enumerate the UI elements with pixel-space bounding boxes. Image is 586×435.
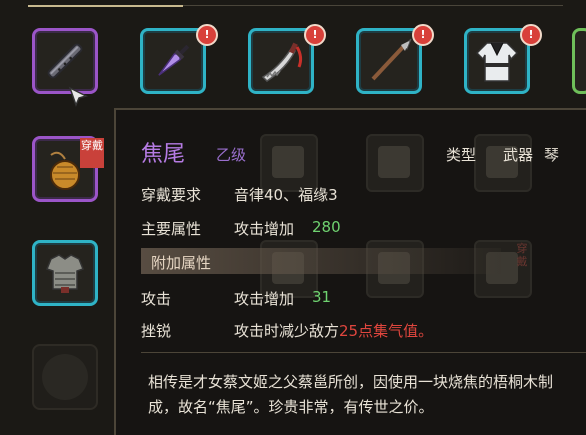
extra-attribute-header: 附加属性: [141, 248, 501, 274]
item-grade: 乙级: [216, 146, 247, 164]
top-divider-dim: [183, 5, 563, 6]
extra-attr-label: 攻击: [141, 290, 172, 308]
equipped-badge: 穿戴: [80, 138, 104, 168]
extra-attr-row: 攻击时减少敌方25点集气值。: [234, 320, 433, 341]
item-tooltip: 穿戴 焦尾 乙级 类型 武器 琴 穿戴要求 音律40、福缘3 主要属性 攻击增加…: [114, 108, 586, 435]
extra-attr-text: 攻击时减少敌方: [234, 322, 340, 340]
item-type-label: 类型: [446, 146, 477, 164]
extra-attribute-header-text: 附加属性: [151, 254, 212, 272]
extra-attr-label: 挫锐: [141, 322, 172, 340]
extra-attr-value: 31: [312, 288, 332, 306]
mouse-cursor-icon: [68, 86, 89, 108]
main-attribute-value: 280: [312, 218, 341, 236]
extra-attr-text: 攻击增加: [234, 290, 295, 308]
requirement-label: 穿戴要求: [141, 186, 202, 204]
extra-attr-value: 25点集气值: [339, 322, 419, 340]
requirement-value: 音律40、福缘3: [234, 186, 338, 204]
empty-slot-circle: [42, 354, 88, 400]
background-equipped-badge: 穿戴: [516, 242, 528, 268]
flute-icon: [47, 43, 83, 79]
top-divider: [28, 5, 183, 7]
empty-slot[interactable]: [32, 344, 98, 410]
new-item-alert-icon: !: [520, 24, 542, 46]
new-item-alert-icon: !: [304, 24, 326, 46]
extra-attr-suffix: 。: [418, 322, 434, 340]
item-subtype: 琴: [544, 146, 560, 164]
robe-icon: [475, 42, 519, 82]
saber-icon: [261, 42, 303, 82]
item-description: 相传是才女蔡文姬之父蔡邕所创，因使用一块烧焦的梧桐木制成，故名“焦尾”。珍贵非常…: [148, 373, 554, 416]
armor-icon: [46, 254, 84, 293]
equipped-slot-armor[interactable]: [32, 240, 98, 306]
new-item-alert-icon: !: [412, 24, 434, 46]
background-item-ghost: [366, 134, 424, 192]
main-attribute-label: 主要属性: [141, 220, 202, 238]
inventory-slot-flute[interactable]: [32, 28, 98, 94]
item-name: 焦尾: [141, 142, 186, 167]
tooltip-divider: [141, 352, 586, 353]
new-item-alert-icon: !: [196, 24, 218, 46]
purple-sword-icon: [158, 44, 190, 76]
inventory-slot-partial[interactable]: [572, 28, 586, 94]
spear-icon: [371, 38, 412, 81]
main-attribute-text: 攻击增加: [234, 220, 295, 238]
item-type-value: 武器: [503, 146, 534, 164]
